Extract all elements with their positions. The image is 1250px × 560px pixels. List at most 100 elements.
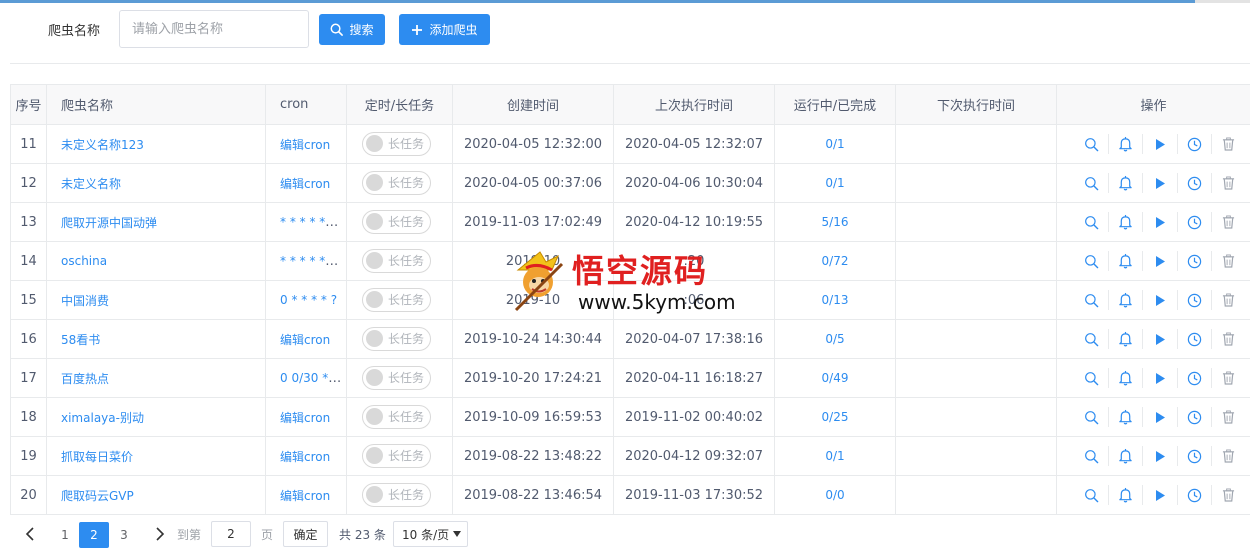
long-task-toggle[interactable]: 长任务: [362, 170, 431, 195]
search-action-button[interactable]: [1075, 446, 1110, 466]
long-task-toggle[interactable]: 长任务: [362, 248, 431, 273]
search-action-button[interactable]: [1075, 329, 1110, 349]
long-task-toggle[interactable]: 长任务: [362, 209, 431, 234]
edit-cron-link[interactable]: 编辑cron: [280, 450, 330, 464]
search-action-button[interactable]: [1075, 212, 1110, 232]
page-2-button-active[interactable]: 2: [79, 522, 109, 548]
play-action-button[interactable]: [1143, 329, 1178, 349]
goto-confirm-button[interactable]: 确定: [283, 521, 328, 547]
bell-action-button[interactable]: [1109, 173, 1144, 193]
running-done-count-link[interactable]: 5/16: [822, 215, 849, 229]
play-action-button[interactable]: [1143, 485, 1178, 505]
long-task-toggle[interactable]: 长任务: [362, 443, 431, 468]
search-action-button[interactable]: [1075, 368, 1110, 388]
next-page-button[interactable]: [148, 522, 172, 546]
trash-action-button[interactable]: [1212, 407, 1246, 427]
trash-action-button[interactable]: [1212, 251, 1246, 271]
running-done-count-link[interactable]: 0/1: [825, 137, 844, 151]
bell-action-button[interactable]: [1109, 134, 1144, 154]
spider-name-link[interactable]: 抓取每日菜价: [61, 450, 133, 464]
spider-name-link[interactable]: 未定义名称: [61, 177, 121, 191]
trash-action-button[interactable]: [1212, 212, 1246, 232]
edit-cron-link[interactable]: 编辑cron: [280, 138, 330, 152]
search-action-button[interactable]: [1075, 407, 1110, 427]
running-done-count-link[interactable]: 0/49: [822, 371, 849, 385]
search-action-button[interactable]: [1075, 485, 1110, 505]
long-task-toggle[interactable]: 长任务: [362, 365, 431, 390]
long-task-toggle[interactable]: 长任务: [362, 404, 431, 429]
play-action-button[interactable]: [1143, 407, 1178, 427]
play-action-button[interactable]: [1143, 212, 1178, 232]
running-done-count-link[interactable]: 0/0: [825, 488, 844, 502]
search-action-button[interactable]: [1075, 251, 1110, 271]
running-done-count-link[interactable]: 0/5: [825, 332, 844, 346]
clock-action-button[interactable]: [1178, 290, 1212, 310]
trash-action-button[interactable]: [1212, 485, 1246, 505]
spider-name-link[interactable]: 爬取开源中国动弹: [61, 216, 157, 230]
edit-cron-link[interactable]: 编辑cron: [280, 333, 330, 347]
bell-action-button[interactable]: [1109, 368, 1144, 388]
bell-action-button[interactable]: [1109, 212, 1144, 232]
edit-cron-link[interactable]: 编辑cron: [280, 177, 330, 191]
spider-name-link[interactable]: oschina: [61, 254, 107, 268]
clock-action-button[interactable]: [1178, 173, 1212, 193]
running-done-count-link[interactable]: 0/13: [822, 293, 849, 307]
trash-action-button[interactable]: [1212, 173, 1246, 193]
edit-cron-link[interactable]: 编辑cron: [280, 411, 330, 425]
search-button[interactable]: 搜索: [319, 14, 385, 45]
goto-page-input[interactable]: [211, 521, 251, 547]
search-action-button[interactable]: [1075, 173, 1110, 193]
bell-action-button[interactable]: [1109, 290, 1144, 310]
clock-action-button[interactable]: [1178, 446, 1212, 466]
running-done-count-link[interactable]: 0/72: [822, 254, 849, 268]
spider-name-search-input[interactable]: [119, 10, 309, 48]
edit-cron-link[interactable]: * * * * * ? * ...: [280, 254, 346, 269]
bell-action-button[interactable]: [1109, 446, 1144, 466]
clock-action-button[interactable]: [1178, 368, 1212, 388]
clock-action-button[interactable]: [1178, 212, 1212, 232]
play-action-button[interactable]: [1143, 446, 1178, 466]
search-action-button[interactable]: [1075, 134, 1110, 154]
clock-action-button[interactable]: [1178, 485, 1212, 505]
spider-name-link[interactable]: 58看书: [61, 333, 100, 347]
trash-action-button[interactable]: [1212, 290, 1246, 310]
add-spider-button[interactable]: 添加爬虫: [399, 14, 490, 45]
trash-action-button[interactable]: [1212, 446, 1246, 466]
clock-action-button[interactable]: [1178, 329, 1212, 349]
trash-action-button[interactable]: [1212, 368, 1246, 388]
long-task-toggle[interactable]: 长任务: [362, 326, 431, 351]
clock-action-button[interactable]: [1178, 407, 1212, 427]
search-action-button[interactable]: [1075, 290, 1110, 310]
play-action-button[interactable]: [1143, 173, 1178, 193]
page-size-select[interactable]: 10 条/页: [393, 521, 468, 547]
running-done-count-link[interactable]: 0/25: [822, 410, 849, 424]
bell-action-button[interactable]: [1109, 485, 1144, 505]
spider-name-link[interactable]: ximalaya-别动: [61, 411, 144, 425]
bell-action-button[interactable]: [1109, 407, 1144, 427]
edit-cron-link[interactable]: 0 * * * * ?: [280, 293, 337, 307]
prev-page-button[interactable]: [18, 522, 42, 546]
long-task-toggle[interactable]: 长任务: [362, 131, 431, 156]
page-1-button[interactable]: 1: [50, 522, 80, 548]
spider-name-link[interactable]: 未定义名称123: [61, 138, 144, 152]
spider-name-link[interactable]: 爬取码云GVP: [61, 489, 134, 503]
play-action-button[interactable]: [1143, 251, 1178, 271]
edit-cron-link[interactable]: * * * * * ? * ...: [280, 215, 346, 230]
running-done-count-link[interactable]: 0/1: [825, 176, 844, 190]
edit-cron-link[interactable]: 编辑cron: [280, 489, 330, 503]
long-task-toggle[interactable]: 长任务: [362, 287, 431, 312]
clock-action-button[interactable]: [1178, 134, 1212, 154]
page-3-button[interactable]: 3: [109, 522, 139, 548]
long-task-toggle[interactable]: 长任务: [362, 482, 431, 507]
trash-action-button[interactable]: [1212, 329, 1246, 349]
edit-cron-link[interactable]: 0 0/30 * * * ?: [280, 371, 346, 386]
play-action-button[interactable]: [1143, 290, 1178, 310]
spider-name-link[interactable]: 百度热点: [61, 372, 109, 386]
clock-action-button[interactable]: [1178, 251, 1212, 271]
bell-action-button[interactable]: [1109, 329, 1144, 349]
spider-name-link[interactable]: 中国消费: [61, 294, 109, 308]
play-action-button[interactable]: [1143, 368, 1178, 388]
bell-action-button[interactable]: [1109, 251, 1144, 271]
running-done-count-link[interactable]: 0/1: [825, 449, 844, 463]
play-action-button[interactable]: [1143, 134, 1178, 154]
